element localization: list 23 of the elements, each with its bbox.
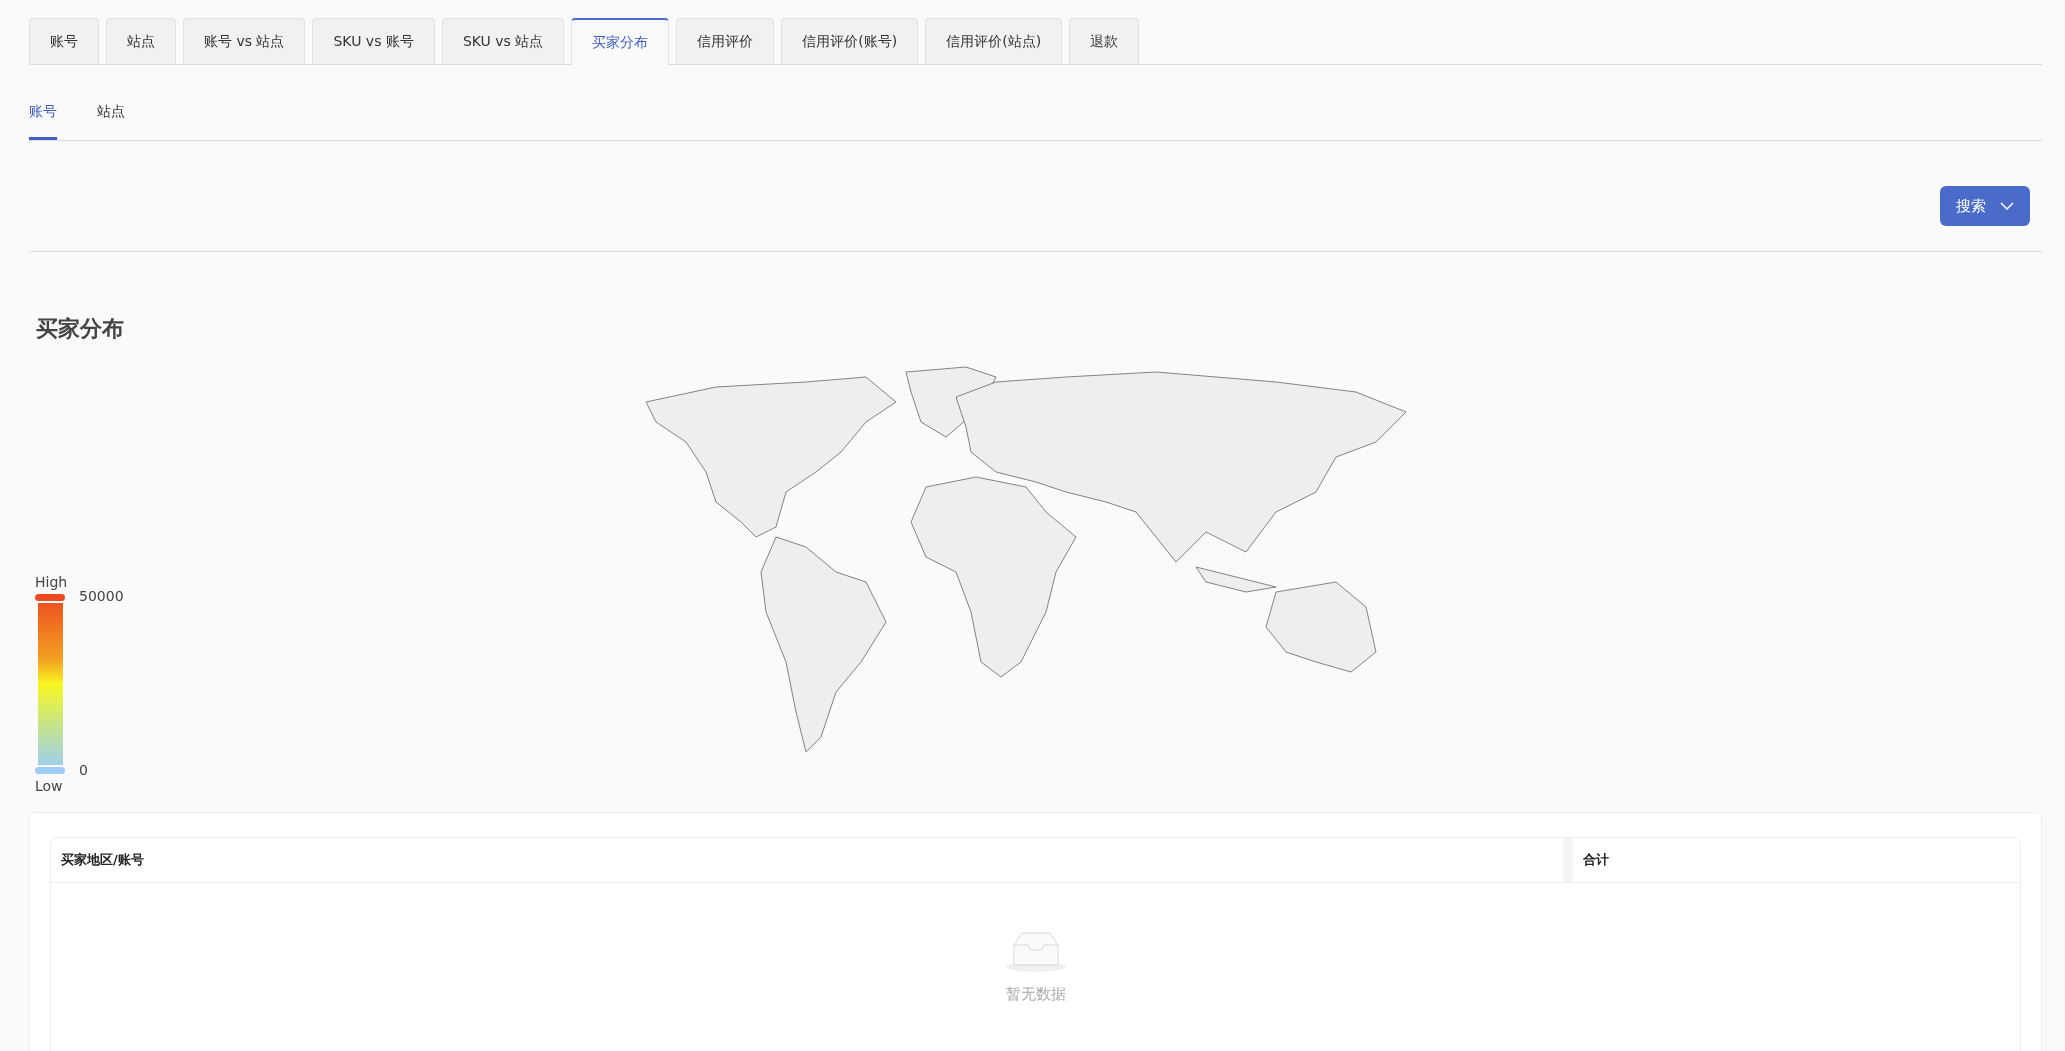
tab[interactable]: 信用评价(站点) bbox=[925, 18, 1063, 64]
legend-max-value: 50000 bbox=[79, 588, 124, 604]
search-button[interactable]: 搜索 bbox=[1940, 186, 2030, 226]
chevron-down-icon bbox=[2000, 201, 2014, 211]
empty-inbox-icon bbox=[1003, 929, 1068, 973]
chart-title: 买家分布 bbox=[36, 315, 124, 343]
column-header: 买家地区/账号 bbox=[51, 838, 1573, 882]
column-header: 合计 bbox=[1582, 851, 1610, 869]
tab[interactable]: 买家分布 bbox=[571, 18, 670, 65]
legend-low-label: Low bbox=[35, 778, 64, 794]
tab[interactable]: 账号 vs 站点 bbox=[183, 18, 306, 64]
tab[interactable]: 账号 bbox=[29, 18, 99, 64]
tab[interactable]: 站点 bbox=[106, 18, 176, 64]
empty-message: 暂无数据 bbox=[1005, 985, 1066, 1004]
tab[interactable]: 信用评价(账号) bbox=[781, 18, 919, 64]
legend-high-label: High bbox=[35, 574, 69, 590]
tab[interactable]: 信用评价 bbox=[676, 18, 775, 64]
sub-tab[interactable]: 站点 bbox=[97, 103, 125, 140]
legend-min-value: 0 bbox=[79, 762, 89, 778]
tab[interactable]: SKU vs 账号 bbox=[312, 18, 435, 64]
tab[interactable]: 退款 bbox=[1069, 18, 1140, 64]
tab[interactable]: SKU vs 站点 bbox=[441, 18, 565, 64]
sub-tab[interactable]: 账号 bbox=[29, 103, 57, 140]
